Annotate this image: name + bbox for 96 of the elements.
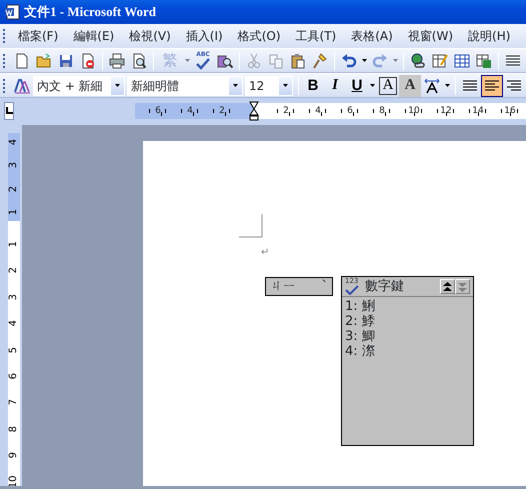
insert-table-icon bbox=[454, 52, 470, 68]
styles-icon bbox=[14, 78, 30, 94]
new-document-icon bbox=[14, 52, 30, 68]
print-preview-icon bbox=[131, 52, 147, 68]
paste-icon bbox=[290, 52, 306, 68]
ruler-number: 8 bbox=[6, 424, 20, 434]
format-painter-icon bbox=[312, 52, 328, 68]
candidate-item[interactable]: 1: 鯏 bbox=[342, 299, 473, 314]
menu-item[interactable]: 檢視(V) bbox=[122, 25, 179, 47]
candidate-item[interactable]: 4: 漈 bbox=[342, 344, 473, 359]
copy-icon bbox=[268, 52, 284, 68]
caret-icon bbox=[233, 84, 238, 87]
ruler-number: 1 bbox=[6, 240, 20, 250]
ruler-number: 10 bbox=[407, 106, 421, 116]
left-tab-icon bbox=[5, 107, 13, 115]
ruler-number: 6 bbox=[346, 106, 354, 116]
permission-icon bbox=[80, 52, 96, 68]
caret-icon bbox=[185, 59, 190, 62]
ruler-number: 14 bbox=[471, 106, 485, 116]
input-mode-label: 數字鍵 bbox=[365, 278, 404, 296]
ruler-number: 2 bbox=[7, 184, 20, 194]
spreadsheet-icon bbox=[476, 52, 492, 68]
print-icon bbox=[109, 52, 125, 68]
character-border-button[interactable]: A bbox=[377, 74, 399, 96]
ruler-number: 1 bbox=[7, 208, 20, 218]
tab-selector[interactable] bbox=[4, 102, 14, 120]
research-icon bbox=[217, 52, 233, 68]
character-shading-button[interactable]: A bbox=[399, 74, 421, 96]
menu-item[interactable]: 插入(I) bbox=[178, 25, 231, 47]
ruler-number: 6 bbox=[154, 106, 162, 116]
tone-mark: ˋ bbox=[322, 278, 328, 295]
ruler-number: 7 bbox=[6, 398, 20, 408]
menu-item[interactable]: 說明(H) bbox=[461, 25, 518, 47]
ruler-number: 3 bbox=[6, 292, 20, 302]
menu-item[interactable]: 表格(A) bbox=[344, 25, 401, 47]
italic-button[interactable]: I bbox=[324, 74, 346, 96]
check-icon bbox=[345, 285, 359, 295]
indent-marker[interactable] bbox=[249, 101, 259, 121]
ruler-number: 6 bbox=[6, 372, 20, 382]
undo-icon bbox=[341, 52, 357, 68]
font-size-combo[interactable]: 12 bbox=[245, 76, 293, 96]
underline-button[interactable]: U bbox=[346, 74, 368, 96]
menu-item[interactable]: 檔案(F) bbox=[11, 25, 66, 47]
ruler-number: 8 bbox=[378, 106, 386, 116]
caret-icon bbox=[362, 59, 367, 62]
ruler-number: 2 bbox=[6, 266, 20, 276]
style-combo[interactable]: 內文 + 新細 bbox=[33, 76, 125, 96]
candidate-item[interactable]: 3: 鯽 bbox=[342, 329, 473, 344]
ruler-number: 12 bbox=[439, 106, 453, 116]
character-scale-icon bbox=[424, 78, 440, 94]
ruler-number: 4 bbox=[7, 138, 20, 148]
hyperlink-icon bbox=[410, 52, 426, 68]
composition-text: ㄐㄧ bbox=[270, 278, 296, 295]
align-left-icon bbox=[484, 78, 500, 94]
bold-button[interactable]: B bbox=[302, 74, 324, 96]
font-combo[interactable]: 新細明體 bbox=[127, 76, 243, 96]
save-icon bbox=[58, 52, 74, 68]
ruler-number: 16 bbox=[503, 106, 517, 116]
menu-item[interactable]: 編輯(E) bbox=[66, 25, 122, 47]
caret-icon bbox=[283, 84, 288, 87]
ruler-number: 2 bbox=[218, 106, 226, 116]
page-down-button[interactable] bbox=[455, 279, 470, 294]
ruler-number: 4 bbox=[314, 106, 322, 116]
ruler-number: 4 bbox=[186, 106, 194, 116]
toolbar-grip[interactable] bbox=[3, 54, 6, 68]
caret-icon bbox=[370, 84, 375, 87]
align-right-icon bbox=[506, 78, 522, 94]
menu-item[interactable]: 格式(O) bbox=[230, 25, 289, 47]
page-up-button[interactable] bbox=[440, 279, 455, 294]
align-left-button[interactable] bbox=[481, 74, 503, 96]
double-up-arrow-icon bbox=[443, 282, 452, 292]
paragraph-mark: ↵ bbox=[261, 246, 270, 260]
spelling-check-icon bbox=[195, 58, 211, 70]
columns-icon bbox=[505, 52, 521, 68]
justify-icon bbox=[462, 78, 478, 94]
margin-corner-mark bbox=[239, 214, 263, 238]
window-title: 文件1 - Microsoft Word bbox=[24, 3, 156, 21]
toolbar-grip[interactable] bbox=[3, 29, 6, 43]
ruler-number: 2 bbox=[282, 106, 290, 116]
tables-borders-icon bbox=[432, 52, 448, 68]
ruler-number: 5 bbox=[6, 346, 20, 355]
caret-icon bbox=[445, 84, 450, 87]
caret-icon bbox=[393, 59, 398, 62]
ruler-number: 3 bbox=[7, 161, 20, 171]
redo-icon bbox=[372, 52, 388, 68]
toolbar-grip[interactable] bbox=[3, 78, 6, 92]
double-down-arrow-icon bbox=[458, 282, 467, 292]
ruler-number: 9 bbox=[6, 451, 20, 460]
cut-icon bbox=[246, 52, 262, 68]
ruler-number: 4 bbox=[6, 319, 20, 329]
candidate-item[interactable]: 2: 鯚 bbox=[342, 314, 473, 329]
menu-item[interactable]: 工具(T) bbox=[288, 25, 344, 47]
menu-item[interactable]: 視窗(W) bbox=[400, 25, 462, 47]
word-document-icon bbox=[4, 4, 20, 20]
open-folder-icon bbox=[36, 52, 52, 68]
caret-icon bbox=[115, 84, 120, 87]
